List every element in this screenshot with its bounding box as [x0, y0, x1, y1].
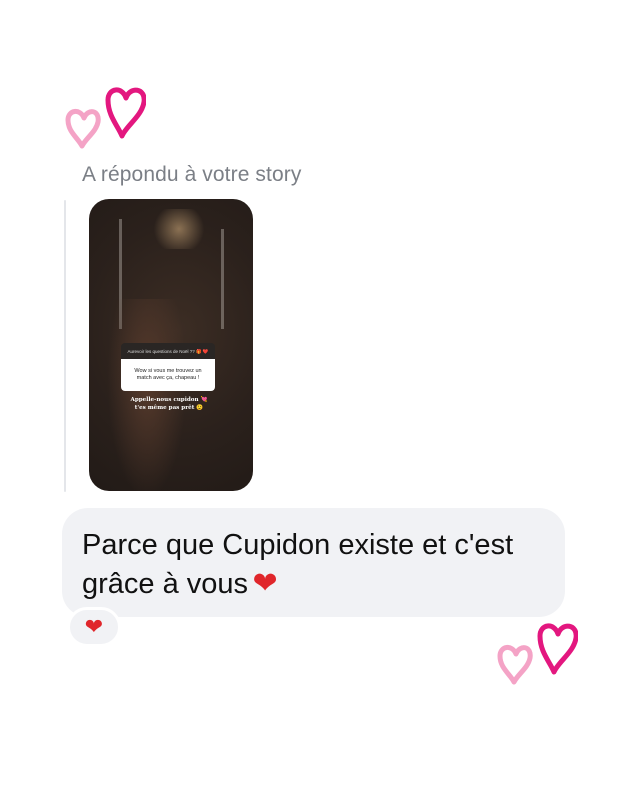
street-light [149, 209, 209, 249]
message-text: Parce que Cupidon existe et c'est grâce … [82, 529, 514, 600]
reply-caption: A répondu à votre story [82, 163, 302, 186]
double-heart-icon [65, 87, 146, 149]
story-overlay-text: Appelle-nous cupidon 💘 t'es même pas prê… [117, 396, 221, 412]
red-heart-icon: ❤ [252, 566, 278, 601]
message-bubble[interactable]: Parce que Cupidon existe et c'est grâce … [62, 508, 565, 617]
story-thumbnail[interactable]: Aurevoir les questions de Noël ?? 🎁 ❤️ W… [89, 199, 253, 491]
quote-bar [64, 200, 66, 492]
story-answer-text: Wow si vous me trouvez un match avec ça,… [121, 359, 215, 391]
double-heart-icon [497, 623, 578, 685]
story-overlay-line-1: Appelle-nous cupidon 💘 [130, 397, 208, 403]
couple-silhouette [107, 299, 187, 491]
reaction-heart[interactable]: ❤ [67, 607, 121, 647]
reaction-heart-icon: ❤ [84, 614, 104, 639]
story-question-sticker: Aurevoir les questions de Noël ?? 🎁 ❤️ [121, 343, 215, 359]
tree-right [221, 229, 224, 329]
story-overlay-line-2: t'es même pas prêt 😉 [134, 405, 204, 411]
